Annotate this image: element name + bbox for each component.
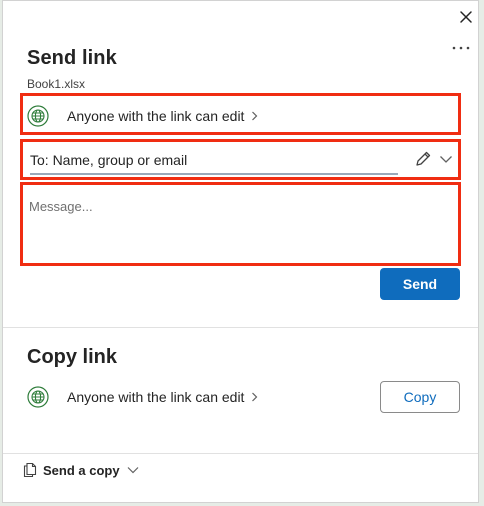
send-button[interactable]: Send: [380, 268, 460, 300]
send-a-copy-label: Send a copy: [43, 462, 120, 478]
copy-link-title: Copy link: [27, 346, 118, 368]
close-icon[interactable]: [456, 7, 476, 27]
document-copy-icon: [23, 462, 37, 478]
highlight-message: [20, 182, 461, 266]
chevron-right-icon: [252, 392, 258, 402]
copy-link-permission-button[interactable]: Anyone with the link can edit: [67, 389, 258, 405]
send-a-copy-button[interactable]: Send a copy: [23, 462, 139, 478]
globe-icon: [27, 386, 49, 408]
chevron-down-icon: [127, 467, 139, 474]
section-divider: [3, 327, 478, 328]
file-name: Book1.xlsx: [27, 77, 86, 91]
dialog-title: Send link: [27, 47, 117, 69]
highlight-recipients: [20, 139, 461, 180]
copy-button[interactable]: Copy: [380, 381, 460, 413]
share-dialog: Send link Book1.xlsx Anyone with the lin…: [2, 0, 479, 503]
more-options-icon[interactable]: [449, 41, 473, 55]
permission-label: Anyone with the link can edit: [67, 389, 245, 405]
footer-divider: [3, 453, 478, 454]
highlight-permission: [20, 93, 461, 135]
